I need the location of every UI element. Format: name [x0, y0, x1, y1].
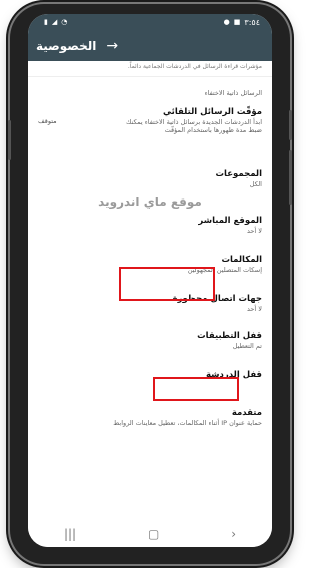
- wifi-icon: ◔: [61, 18, 68, 26]
- setting-groups[interactable]: المجموعات الكل: [28, 166, 272, 191]
- setting-blocked-contacts[interactable]: جهات اتصال محظورة لا أحد: [28, 291, 272, 316]
- status-icons-left: ▮ ◢ ◔: [44, 19, 67, 26]
- app-bar: → الخصوصية: [28, 31, 272, 61]
- watermark-text: موقع ماي اندرويد: [98, 195, 202, 209]
- arrow-right-icon[interactable]: →: [106, 39, 118, 53]
- setting-value: لا أحد: [246, 227, 262, 235]
- setting-label: جهات اتصال محظورة: [172, 294, 262, 304]
- setting-label: المكالمات: [221, 255, 262, 265]
- setting-label: قفل الدردشة: [205, 370, 262, 380]
- section-header-disappearing: الرسائل ذاتية الاختفاء: [204, 89, 262, 97]
- page-title: الخصوصية: [36, 39, 97, 53]
- recent-apps-icon[interactable]: |||: [64, 527, 76, 541]
- signal-icon: ◢: [51, 18, 58, 26]
- setting-app-lock[interactable]: قفل التطبيقات تم التعطيل: [28, 328, 272, 353]
- system-nav-bar: ||| ▢ ›: [28, 521, 272, 547]
- notification-icon: ●: [223, 18, 230, 26]
- setting-chat-lock[interactable]: قفل الدردشة: [28, 367, 272, 383]
- setting-value: حماية عنوان IP أثناء المكالمات، تعطيل مع…: [113, 419, 262, 427]
- setting-default-timer-text: مؤقّت الرسائل التلقائي ابدأ الدردشات الج…: [122, 107, 262, 134]
- phone-side-button: [8, 120, 11, 160]
- notification-icon: ■: [233, 18, 241, 26]
- setting-label: مؤقّت الرسائل التلقائي: [163, 107, 262, 117]
- phone-screen: ▮ ◢ ◔ ● ■ ٣:٥٤ → الخصوصية مؤشرات قراءة ا…: [28, 14, 272, 547]
- battery-icon: ▮: [44, 18, 48, 26]
- setting-label: الموقع المباشر: [198, 216, 262, 226]
- setting-default-timer[interactable]: مؤقّت الرسائل التلقائي ابدأ الدردشات الج…: [28, 101, 272, 142]
- privacy-settings-list: مؤشرات قراءة الرسائل في الدردشات الجماعي…: [28, 61, 272, 430]
- setting-label: المجموعات: [215, 169, 263, 179]
- setting-value: لا أحد: [246, 305, 262, 313]
- read-receipts-note: مؤشرات قراءة الرسائل في الدردشات الجماعي…: [28, 61, 272, 77]
- phone-side-button: [289, 110, 292, 140]
- home-icon[interactable]: ▢: [148, 527, 159, 541]
- status-bar: ▮ ◢ ◔ ● ■ ٣:٥٤: [28, 14, 272, 31]
- setting-status: متوقف: [38, 116, 57, 125]
- setting-calls[interactable]: المكالمات إسكات المتصلين المجهولين: [28, 252, 272, 277]
- back-icon[interactable]: ›: [231, 527, 236, 541]
- setting-advanced[interactable]: متقدمة حماية عنوان IP أثناء المكالمات، ت…: [28, 405, 272, 430]
- setting-value: إسكات المتصلين المجهولين: [187, 266, 262, 274]
- setting-label: متقدمة: [231, 408, 262, 418]
- status-icons-right: ● ■ ٣:٥٤: [224, 18, 260, 27]
- setting-live-location[interactable]: الموقع المباشر لا أحد: [28, 213, 272, 238]
- setting-value: تم التعطيل: [232, 342, 262, 350]
- setting-value: الكل: [249, 180, 262, 188]
- phone-side-button: [289, 150, 292, 205]
- setting-description: ابدأ الدردشات الجديدة برسائل ذاتية الاخت…: [126, 118, 262, 134]
- status-time: ٣:٥٤: [244, 18, 260, 27]
- setting-label: قفل التطبيقات: [197, 331, 262, 341]
